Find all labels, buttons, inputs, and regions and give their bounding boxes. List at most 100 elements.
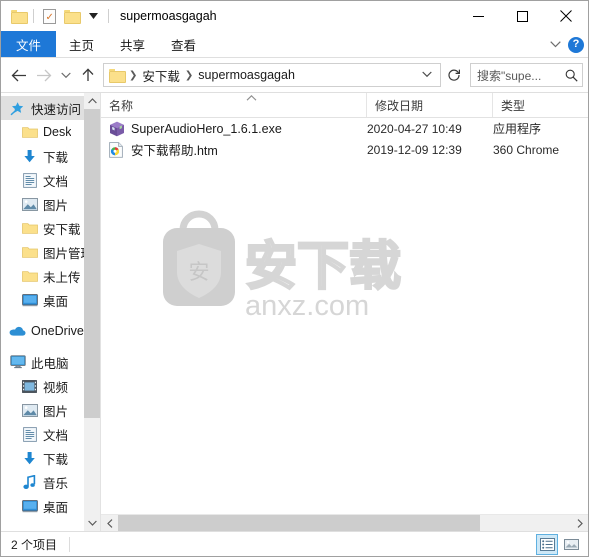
- this-pc-icon: [9, 354, 26, 370]
- maximize-button[interactable]: [500, 1, 544, 31]
- search-box[interactable]: 搜索"supe...: [470, 63, 583, 87]
- sidebar-item-label: Desk: [43, 125, 72, 139]
- scroll-right-icon[interactable]: [571, 515, 588, 531]
- forward-button[interactable]: [31, 62, 56, 88]
- recent-locations-button[interactable]: [56, 62, 75, 88]
- refresh-button[interactable]: [442, 63, 466, 87]
- scroll-up-icon[interactable]: [84, 93, 100, 109]
- sidebar-item-label: 下载: [43, 452, 69, 467]
- music-icon: [21, 474, 38, 490]
- file-name-cell[interactable]: 安下载帮助.htm: [109, 140, 367, 159]
- file-explorer-window: ✓ supermoasgagah 文件 主页 共享 查看 ? ❯ 安下载 ❯ s…: [0, 0, 589, 557]
- new-folder-icon[interactable]: [60, 5, 82, 27]
- sidebar-item-label: 桌面: [43, 500, 69, 515]
- item-count-label: 2 个项目: [11, 537, 58, 552]
- download-icon: [21, 450, 38, 466]
- address-dropdown-icon[interactable]: [416, 70, 438, 81]
- properties-icon[interactable]: ✓: [38, 5, 60, 27]
- window-body: 快速访问 Desk 下载 文档 图片 安下载 图片管理 未上传 桌面 OneDrive 此电脑 视频图…: [1, 92, 588, 531]
- watermark-domain-text: anxz.com: [245, 290, 369, 322]
- pictures-icon: [21, 196, 38, 212]
- scroll-down-icon[interactable]: [84, 515, 100, 531]
- document-icon: [21, 426, 38, 442]
- horizontal-scroll-thumb[interactable]: [118, 515, 481, 531]
- search-icon[interactable]: [565, 69, 578, 82]
- breadcrumb-separator-1[interactable]: ❯: [127, 70, 139, 81]
- up-button[interactable]: [75, 62, 100, 88]
- status-bar: 2 个项目: [1, 531, 588, 556]
- table-row[interactable]: SuperAudioHero_1.6.1.exe 2020-04-27 10:49…: [101, 118, 588, 139]
- folder-icon: [21, 268, 38, 284]
- column-header-date[interactable]: 修改日期: [367, 93, 493, 117]
- folder-icon: [21, 124, 38, 140]
- close-button[interactable]: [544, 1, 588, 31]
- window-controls: [456, 1, 588, 31]
- watermark-logo-char: 安: [189, 260, 210, 284]
- folder-icon: [21, 244, 38, 260]
- file-date-cell: 2019-12-09 12:39: [367, 142, 462, 157]
- sidebar-item-label: 未上传: [43, 270, 81, 285]
- chevron-down-icon[interactable]: [550, 39, 561, 51]
- sidebar-item-label: 安下载: [43, 222, 81, 237]
- toolbar-divider: [33, 9, 34, 23]
- search-input[interactable]: 搜索"supe...: [477, 67, 565, 84]
- site-watermark: 安 安下载 anxz.com: [133, 196, 433, 326]
- scroll-left-icon[interactable]: [101, 515, 118, 531]
- tab-file[interactable]: 文件: [1, 31, 57, 57]
- sidebar-vertical-scrollbar[interactable]: [84, 93, 100, 531]
- html-page-icon: [109, 141, 125, 158]
- sidebar-scroll-thumb[interactable]: [84, 109, 100, 418]
- download-icon: [21, 148, 38, 164]
- sidebar-item-label: OneDrive: [31, 324, 84, 338]
- file-name-cell[interactable]: SuperAudioHero_1.6.1.exe: [109, 121, 367, 137]
- quick-access-toolbar: ✓: [7, 5, 113, 27]
- address-bar[interactable]: ❯ 安下载 ❯ supermoasgagah: [103, 63, 441, 87]
- minimize-button[interactable]: [456, 1, 500, 31]
- document-icon: [21, 172, 38, 188]
- pictures-icon: [21, 402, 38, 418]
- sidebar-item-label: 音乐: [43, 476, 69, 491]
- file-name-label: SuperAudioHero_1.6.1.exe: [131, 121, 282, 136]
- breadcrumb-folder-icon: [109, 69, 126, 83]
- column-headers: 名称 修改日期 类型: [101, 93, 588, 118]
- folder-icon[interactable]: [7, 5, 29, 27]
- sidebar-item-label: 文档: [43, 428, 69, 443]
- folder-icon: [21, 220, 38, 236]
- breadcrumb-item-0[interactable]: 安下载: [139, 66, 183, 85]
- window-title: supermoasgagah: [120, 9, 217, 23]
- sort-ascending-icon: [246, 93, 257, 103]
- sidebar-item-label: 文档: [43, 174, 69, 189]
- star-pin-icon: [9, 100, 26, 116]
- ribbon-tab-bar: 文件 主页 共享 查看 ?: [1, 31, 588, 58]
- breadcrumb-item-1[interactable]: supermoasgagah: [195, 68, 298, 82]
- toolbar-divider-2: [108, 9, 109, 23]
- file-type-cell: 360 Chrome: [493, 142, 560, 157]
- customize-dropdown-icon[interactable]: [82, 5, 104, 27]
- videos-icon: [21, 378, 38, 394]
- sidebar-item-label: 快速访问: [31, 102, 82, 117]
- file-type-cell: 应用程序: [493, 122, 542, 136]
- navigation-bar: ❯ 安下载 ❯ supermoasgagah 搜索"supe...: [1, 58, 588, 92]
- breadcrumb-separator-2[interactable]: ❯: [183, 70, 195, 81]
- horizontal-scroll-track[interactable]: [118, 515, 571, 531]
- navigation-pane: 快速访问 Desk 下载 文档 图片 安下载 图片管理 未上传 桌面 OneDrive 此电脑 视频图…: [1, 93, 101, 531]
- back-button[interactable]: [6, 62, 31, 88]
- sidebar-item-label: 下载: [43, 150, 69, 165]
- file-name-label: 安下载帮助.htm: [131, 144, 218, 158]
- sidebar-scroll-track[interactable]: [84, 109, 100, 515]
- onedrive-cloud-icon: [9, 323, 26, 339]
- sidebar-item-label: 视频: [43, 380, 69, 395]
- tab-view[interactable]: 查看: [158, 31, 209, 57]
- column-header-name[interactable]: 名称: [101, 93, 367, 117]
- tab-home[interactable]: 主页: [56, 31, 107, 57]
- table-row[interactable]: 安下载帮助.htm 2019-12-09 12:39 360 Chrome: [101, 139, 588, 160]
- sidebar-item-label: 图片: [43, 198, 69, 213]
- tab-share[interactable]: 共享: [107, 31, 158, 57]
- file-list-pane: 名称 修改日期 类型 SuperAudioHero_1.6.1.exe 2020-…: [101, 93, 588, 531]
- horizontal-scrollbar[interactable]: [101, 514, 588, 531]
- exe-cube-icon: [109, 121, 125, 137]
- details-view-button[interactable]: [536, 534, 558, 555]
- column-header-type[interactable]: 类型: [493, 93, 588, 117]
- help-icon[interactable]: ?: [568, 36, 584, 53]
- large-icons-view-button[interactable]: [560, 534, 582, 555]
